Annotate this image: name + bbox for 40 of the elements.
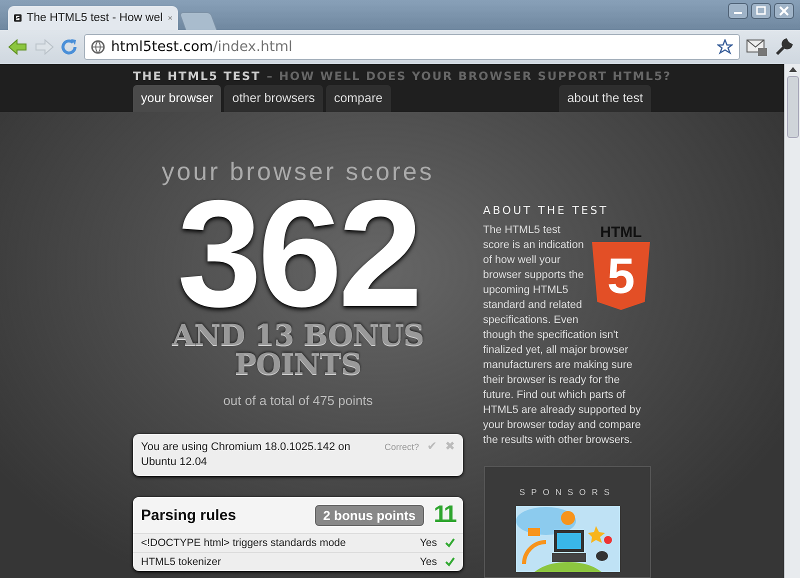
test-result: Yes [420, 556, 437, 568]
test-name: <!DOCTYPE html> triggers standards mode [141, 537, 347, 549]
bookmark-star-icon[interactable] [717, 39, 733, 55]
nav-tab[interactable]: your browser [133, 85, 222, 112]
score-value: 362 [177, 191, 419, 317]
test-name: HTML5 tokenizer [141, 556, 222, 568]
bonus-badge: 2 bonus points [315, 504, 424, 526]
nav-tab[interactable]: about the test [559, 85, 651, 112]
bonus-points-text: AND 13 BONUS POINTS [170, 321, 425, 379]
site-tagline: – HOW WELL DOES YOUR BROWSER SUPPORT HTML5? [266, 69, 672, 83]
wrench-icon[interactable] [774, 37, 794, 57]
nav-tab[interactable]: compare [326, 85, 391, 112]
total-points-text: out of a total of 475 points [223, 393, 373, 408]
close-icon[interactable] [168, 14, 172, 22]
globe-icon [91, 40, 105, 54]
section-title: Parsing rules [141, 506, 238, 524]
correct-prompt: Correct? [384, 442, 419, 452]
tab-title: The HTML5 test - How wel [26, 12, 163, 24]
about-text: though the specification isn't finalized yet, all major browser manufacturers are making sure their browser is ready for the future. Find out which parts of HTML5 are already supported by your browser today and compare the results with other browsers. [483, 328, 642, 448]
browser-tab[interactable]: The HTML5 test - How wel [8, 6, 178, 30]
mail-icon[interactable] [746, 37, 768, 57]
sponsors-heading: SPONSORS [519, 487, 616, 497]
nav-tab[interactable]: other browsers [224, 85, 323, 112]
section-score: 11 [434, 503, 455, 527]
url-text: html5test.com/index.html [111, 39, 292, 55]
about-heading: ABOUT THE TEST [483, 204, 610, 217]
detection-text: You are using Chromium 18.0.1025.142 on Ubuntu 12.04 [141, 440, 352, 470]
reload-button[interactable] [60, 38, 78, 56]
maximize-button[interactable] [751, 3, 771, 19]
logo-text: HTML [600, 225, 642, 240]
test-result: Yes [420, 537, 437, 549]
scrollbar-thumb[interactable] [786, 76, 798, 138]
favicon-icon [14, 11, 22, 25]
score-heading: your browser scores [162, 158, 434, 187]
back-button[interactable] [8, 38, 28, 56]
address-bar[interactable]: html5test.com/index.html [84, 34, 740, 60]
close-button[interactable] [774, 3, 794, 19]
html5-shield-logo: 5 [592, 242, 650, 310]
minimize-button[interactable] [728, 3, 748, 19]
site-title: THE HTML5 TEST [133, 69, 261, 83]
